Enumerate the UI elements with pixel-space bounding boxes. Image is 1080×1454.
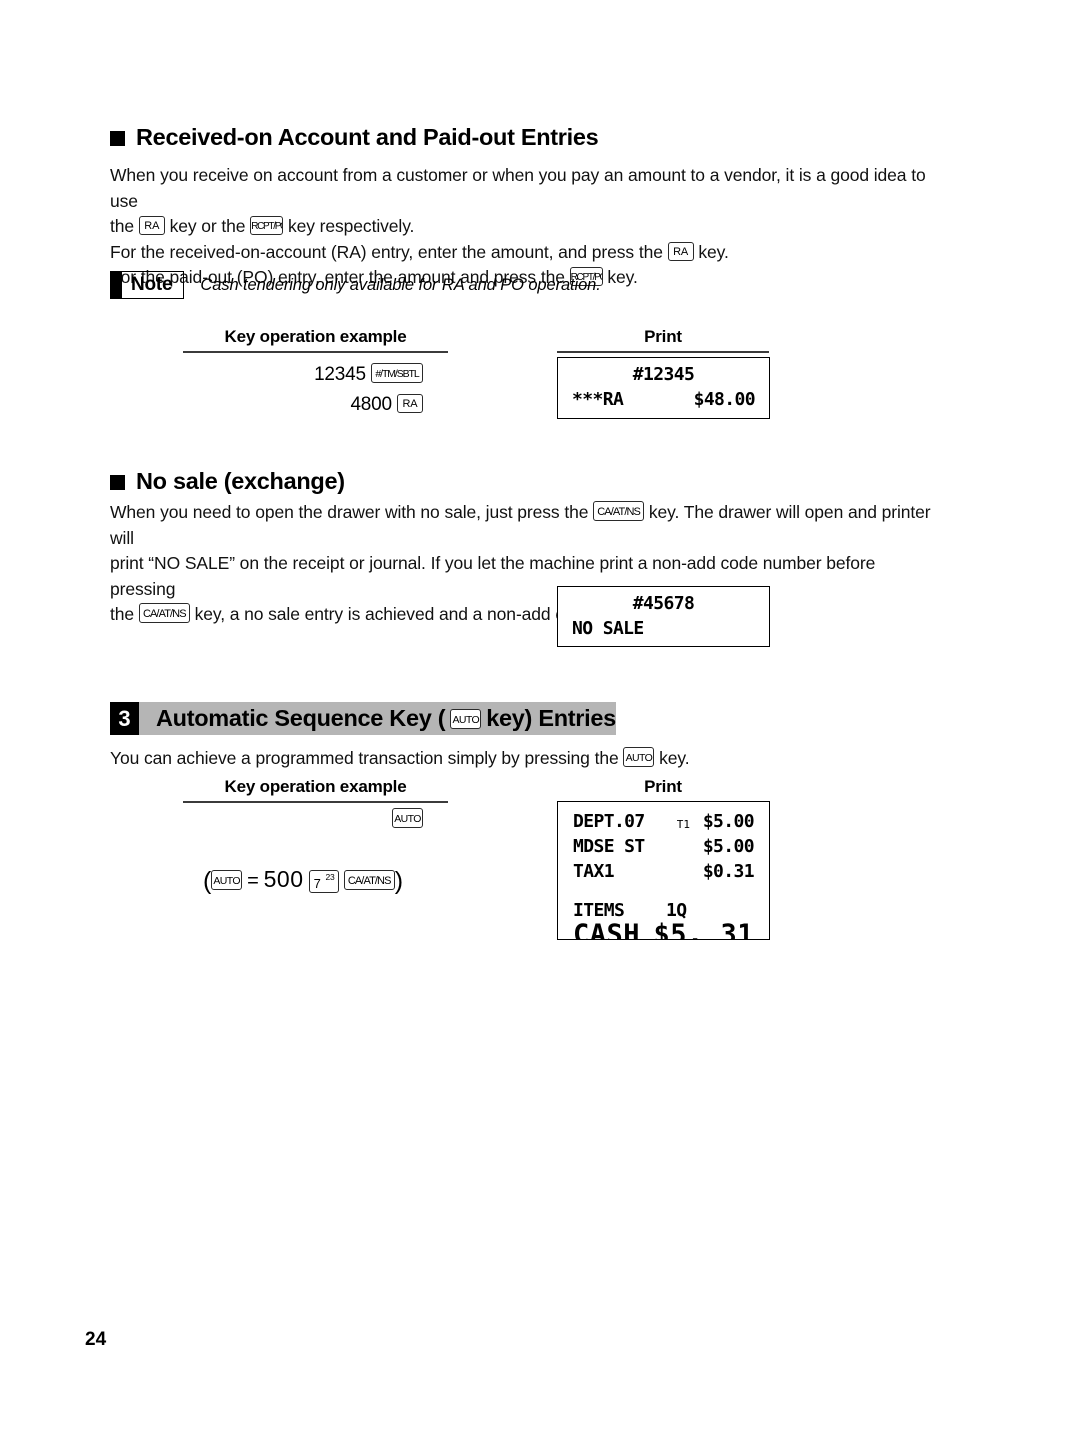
auto-key-icon: AUTO (450, 708, 482, 729)
equals-sign: = (247, 870, 259, 892)
items-label: ITEMS (573, 900, 625, 921)
note-label: Note (131, 274, 173, 295)
column-header-print: Print (557, 327, 769, 353)
tax-flag: T1 (676, 818, 690, 831)
auto-key-icon: AUTO (623, 747, 655, 767)
square-bullet-icon (110, 131, 125, 146)
heading-text: No sale (exchange) (136, 468, 345, 494)
heading-text: Received-on Account and Paid-out Entries (136, 124, 599, 150)
receipt-code: #12345 (632, 364, 695, 385)
open-paren: ( (203, 867, 212, 895)
receipt-line: NO SALE (572, 618, 755, 643)
receipt-label: TAX1 (573, 861, 615, 882)
ra-key-icon: RA (397, 394, 423, 413)
rcpt-po-key-icon: RCPT/PO (250, 216, 284, 235)
dept-7-key-icon: 7 23 (308, 870, 339, 893)
column-header-key-operation-example: Key operation example (183, 777, 448, 803)
note-callout: Note Cash tendering only available for R… (110, 271, 601, 299)
ra-key-icon: RA (138, 216, 165, 235)
key-op-line: 4800 RA (183, 390, 423, 420)
receipt-amount: $0.31 (702, 861, 755, 882)
section-header-automatic-sequence-key: 3 Automatic Sequence Key ( AUTO key) Ent… (110, 702, 932, 735)
key-op-line: 12345 #/TM/SBTL (183, 360, 423, 390)
cash-amount: $5. 31 (653, 919, 754, 940)
manual-page: Received-on Account and Paid-out Entries… (0, 0, 1080, 1454)
note-badge: Note (110, 271, 185, 299)
ra-key-icon: RA (667, 241, 694, 261)
receipt-spacer (573, 886, 754, 900)
paragraph-line: the RA key or the RCPT/PO key respective… (110, 216, 415, 236)
section-title-bar: Automatic Sequence Key ( AUTO key) Entri… (139, 702, 616, 735)
auto-key-definition: (AUTO = 500 7 23 CA/AT/NS) (203, 866, 403, 896)
section-number-badge: 3 (110, 702, 139, 735)
ca-at-ns-key-icon: CA/AT/NS (138, 603, 190, 623)
paragraph-line: For the received-on-account (RA) entry, … (110, 241, 729, 262)
cash-label: CASH (573, 919, 641, 940)
receipt-no-sale: #45678 NO SALE (557, 586, 770, 647)
items-count: 1Q (666, 900, 687, 921)
receipt-ra: #12345 ***RA $48.00 (557, 357, 770, 419)
heading-received-on-account: Received-on Account and Paid-out Entries (110, 124, 599, 151)
receipt-line: #45678 (572, 593, 755, 618)
receipt-auto: DEPT.07 T1 $5.00 MDSE ST $5.00 TAX1 $0.3… (557, 801, 770, 940)
paragraph-line: print “NO SALE” on the receipt or journa… (110, 553, 876, 599)
tm-sbtl-key-icon: #/TM/SBTL (371, 363, 423, 383)
receipt-amount: $5.00 (702, 836, 755, 857)
receipt-line: #12345 (572, 364, 755, 389)
note-text: Cash tendering only available for RA and… (200, 275, 601, 294)
paragraph-line: the CA/AT/NS key, a no sale entry is ach… (110, 603, 736, 624)
page-number: 24 (85, 1329, 107, 1350)
heading-no-sale: No sale (exchange) (110, 468, 345, 495)
square-bullet-icon (110, 475, 125, 490)
paragraph-auto: You can achieve a programmed transaction… (110, 746, 938, 772)
column-header-key-operation-example: Key operation example (183, 327, 448, 353)
receipt-label: ***RA (572, 389, 624, 410)
receipt-line-cash: CASH $5. 31 (573, 919, 754, 939)
receipt-label: DEPT.07 (573, 811, 645, 832)
auto-key-icon: AUTO (211, 870, 243, 890)
auto-key-icon: AUTO (392, 808, 423, 828)
receipt-line: MDSE ST $5.00 (573, 836, 755, 861)
receipt-line: TAX1 $0.31 (573, 861, 755, 886)
dept-key-superscript: 23 (325, 872, 335, 882)
receipt-label: MDSE ST (573, 836, 645, 857)
receipt-amount: $48.00 (693, 389, 756, 410)
paragraph-line: You can achieve a programmed transaction… (110, 747, 690, 768)
ca-at-ns-key-icon: CA/AT/NS (593, 501, 645, 521)
column-header-print: Print (557, 777, 769, 803)
receipt-line: ***RA $48.00 (572, 389, 756, 414)
note-bar-icon (111, 272, 122, 298)
paragraph-line: When you need to open the drawer with no… (110, 501, 931, 548)
section-title-text-b: key) Entries (486, 705, 616, 731)
key-operation-example-auto: AUTO (392, 808, 423, 830)
receipt-line: DEPT.07 T1 $5.00 (573, 811, 755, 836)
dept-key-digit: 7 (313, 876, 321, 891)
close-paren: ) (394, 867, 403, 895)
paragraph-no-sale: When you need to open the drawer with no… (110, 500, 938, 628)
key-operation-example-ra: 12345 #/TM/SBTL 4800 RA (183, 360, 423, 420)
ca-at-ns-key-icon: CA/AT/NS (343, 870, 395, 890)
section-title-text-a: Automatic Sequence Key ( (156, 705, 446, 731)
receipt-code: #45678 (632, 593, 695, 614)
receipt-amount: $5.00 (702, 811, 755, 832)
receipt-label: NO SALE (572, 618, 644, 639)
programmed-amount: 500 (263, 866, 304, 892)
paragraph-line: When you receive on account from a custo… (110, 165, 926, 211)
